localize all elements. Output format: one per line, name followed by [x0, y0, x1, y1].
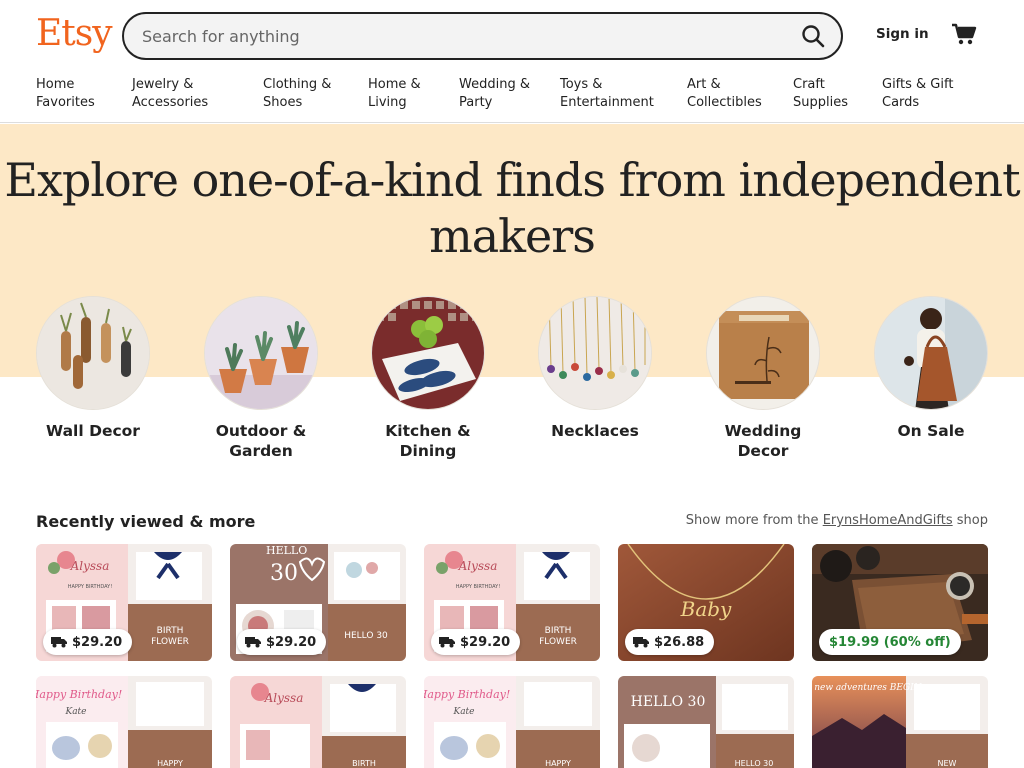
product-card[interactable]: Alyssa HAPPY BIRTHDAY! BIRTH FLOWER $29.…	[424, 544, 600, 661]
category-nav: Home Favorites Jewelry & Accessories Clo…	[0, 76, 1024, 116]
category-image	[538, 296, 652, 410]
product-card[interactable]: Baby $26.88	[618, 544, 794, 661]
category-wall-decor[interactable]: Wall Decor	[36, 296, 150, 440]
card-caption: NEW	[938, 759, 957, 768]
category-necklaces[interactable]: Necklaces	[538, 296, 652, 440]
price-badge: $29.20	[237, 629, 327, 655]
product-card[interactable]: HELLO 30 HELLO 30	[618, 676, 794, 768]
shopping-cart-icon	[952, 23, 977, 45]
price-text: $29.20	[266, 634, 317, 650]
product-card[interactable]: HELLO 30 HELLO 30 $29.20	[230, 544, 406, 661]
card-caption-line2: FLOWER	[539, 637, 577, 647]
card-greeting-text: HAPPY BIRTHDAY!	[68, 584, 112, 590]
category-image	[36, 296, 150, 410]
card-greeting-text: HAPPY BIRTHDAY!	[456, 584, 500, 590]
card-name-text: Alyssa	[458, 559, 498, 573]
card-name-text: Kate	[452, 707, 474, 717]
category-label: Wedding Decor	[724, 422, 802, 460]
free-shipping-truck-icon	[439, 637, 455, 648]
show-more-suffix: shop	[956, 513, 988, 528]
free-shipping-truck-icon	[51, 637, 67, 648]
category-outdoor-garden[interactable]: Outdoor & Garden	[204, 296, 318, 460]
price-text: $29.20	[460, 634, 511, 650]
category-wedding-decor[interactable]: Wedding Decor	[706, 296, 820, 460]
card-name-text: Baby	[680, 597, 732, 621]
category-kitchen-dining[interactable]: Kitchen & Dining	[371, 296, 485, 460]
nav-wedding-party[interactable]: Wedding & Party	[459, 76, 530, 112]
price-text: $19.99 (60% off)	[829, 634, 951, 650]
category-label: Wall Decor	[46, 422, 140, 440]
price-text: $26.88	[654, 634, 705, 650]
cart-button[interactable]	[950, 20, 978, 48]
card-caption: HAPPY	[545, 759, 571, 768]
card-caption-line2: FLOWER	[151, 637, 189, 647]
category-image	[706, 296, 820, 410]
nav-home-favorites[interactable]: Home Favorites	[36, 76, 95, 112]
price-badge: $29.20	[431, 629, 521, 655]
card-greeting-text: Happy Birthday!	[424, 688, 510, 701]
etsy-logo[interactable]: Etsy	[36, 12, 113, 56]
nav-toys-entertainment[interactable]: Toys & Entertainment	[560, 76, 654, 112]
category-image	[371, 296, 485, 410]
card-name-text: HELLO 30	[631, 694, 706, 710]
nav-clothing-shoes[interactable]: Clothing & Shoes	[263, 76, 331, 112]
recently-viewed-title: Recently viewed & more	[36, 512, 256, 531]
card-greeting-text: 30	[270, 561, 298, 586]
card-caption: HELLO 30	[735, 759, 774, 768]
card-caption: BIRTH	[352, 759, 376, 768]
search-icon	[802, 25, 825, 48]
hero-title: Explore one-of-a-kind finds from indepen…	[4, 153, 1020, 263]
card-greeting-text: Let new adventures BEGIN	[812, 683, 923, 693]
card-name-text: Kate	[64, 707, 86, 717]
sale-price-badge: $19.99 (60% off)	[819, 629, 961, 655]
nav-jewelry-accessories[interactable]: Jewelry & Accessories	[132, 76, 208, 112]
nav-art-collectibles[interactable]: Art & Collectibles	[687, 76, 762, 112]
search-bar[interactable]	[122, 12, 843, 60]
product-card[interactable]: Alyssa HAPPY BIRTHDAY! BIRTH FLOWER $29.…	[36, 544, 212, 661]
nav-craft-supplies[interactable]: Craft Supplies	[793, 76, 848, 112]
show-more-prefix: Show more from the	[685, 513, 819, 528]
nav-home-living[interactable]: Home & Living	[368, 76, 421, 112]
shop-link[interactable]: ErynsHomeAndGifts	[823, 513, 953, 528]
category-on-sale[interactable]: On Sale	[874, 296, 988, 440]
card-greeting-text: Happy Birthday!	[36, 688, 122, 701]
card-name-text: HELLO	[266, 544, 307, 557]
card-caption-line1: BIRTH	[157, 626, 184, 636]
card-caption: HELLO 30	[344, 631, 388, 641]
product-card[interactable]: Happy Birthday! Kate HAPPY	[424, 676, 600, 768]
product-card[interactable]: Let new adventures BEGIN NEW	[812, 676, 988, 768]
show-more-from-shop: Show more from the ErynsHomeAndGifts sho…	[686, 513, 988, 528]
category-image	[204, 296, 318, 410]
price-badge: $29.20	[43, 629, 133, 655]
price-text: $29.20	[72, 634, 123, 650]
card-name-text: Alyssa	[264, 691, 304, 705]
category-label: Outdoor & Garden	[215, 422, 307, 460]
free-shipping-truck-icon	[633, 637, 649, 648]
sign-in-link[interactable]: Sign in	[876, 26, 929, 42]
free-shipping-truck-icon	[245, 637, 261, 648]
category-label: Necklaces	[551, 422, 639, 440]
category-label: On Sale	[897, 422, 965, 440]
card-name-text: Alyssa	[70, 559, 110, 573]
search-input[interactable]	[142, 14, 762, 58]
price-badge: $26.88	[625, 629, 715, 655]
site-header: Etsy Sign in Home Favorites Jewelry & Ac…	[0, 0, 1024, 123]
search-button[interactable]	[799, 22, 827, 50]
card-caption: HAPPY	[157, 759, 183, 768]
product-card[interactable]: Alyssa BIRTH	[230, 676, 406, 768]
category-label: Kitchen & Dining	[385, 422, 471, 460]
card-caption-line1: BIRTH	[545, 626, 572, 636]
product-card[interactable]: Happy Birthday! Kate HAPPY	[36, 676, 212, 768]
category-image	[874, 296, 988, 410]
nav-gifts-gift-cards[interactable]: Gifts & Gift Cards	[882, 76, 953, 112]
product-card[interactable]: $19.99 (60% off)	[812, 544, 988, 661]
